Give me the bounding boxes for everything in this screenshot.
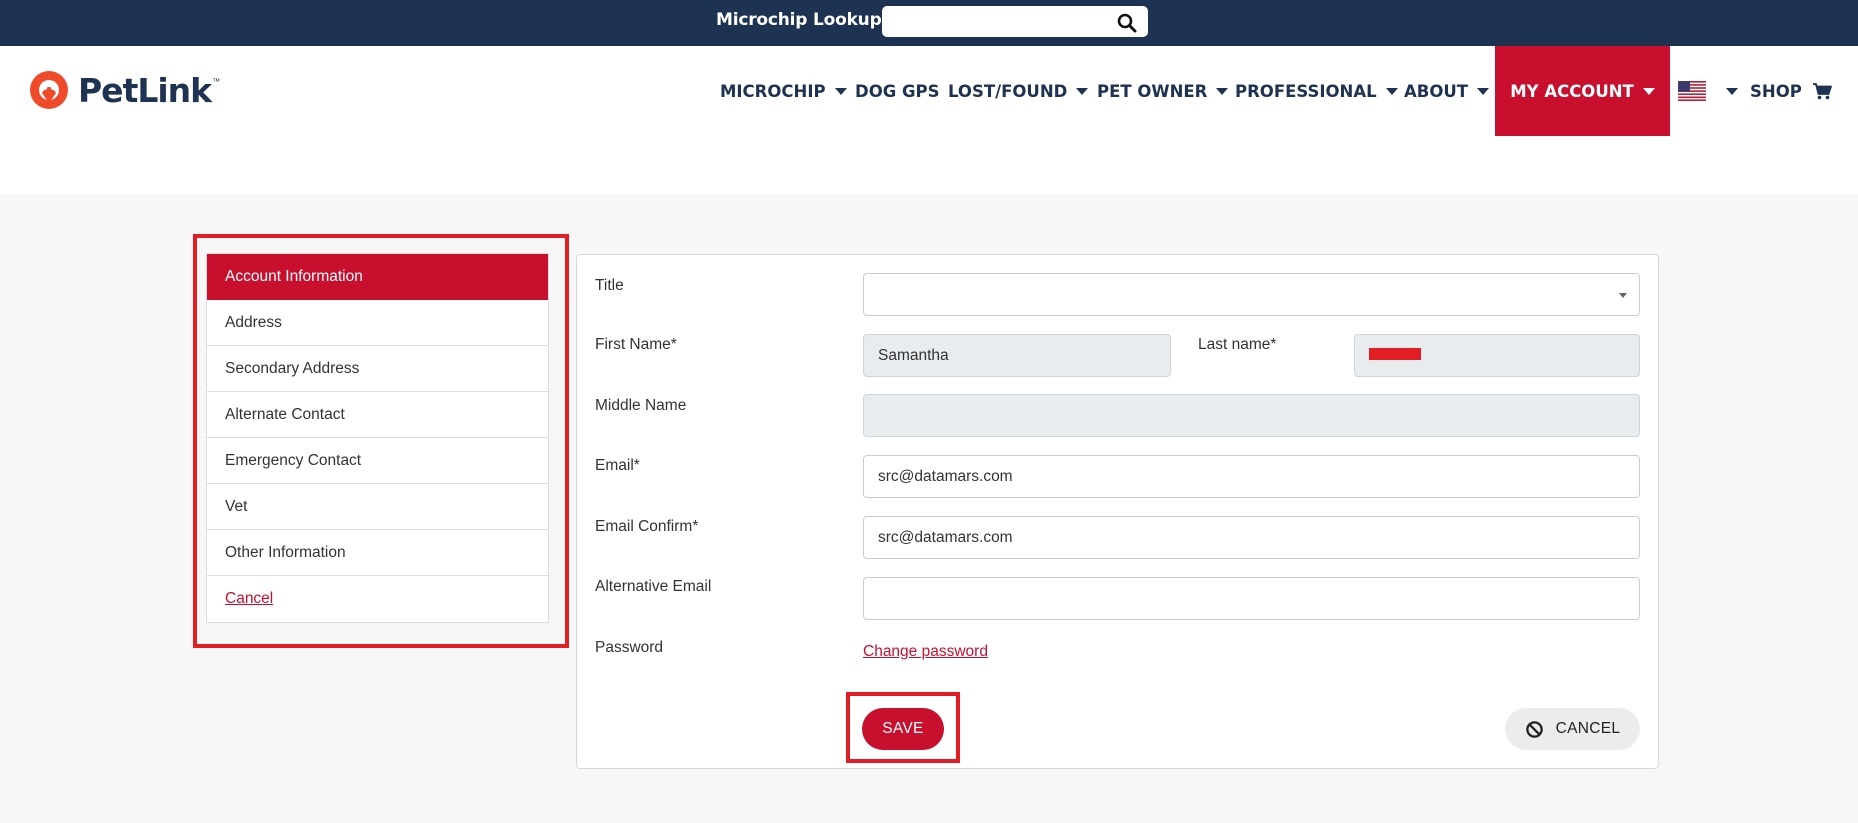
chevron-down-icon — [1726, 87, 1738, 95]
sidebar-item-emergency-contact[interactable]: Emergency Contact — [207, 438, 548, 484]
sidebar-item-secondary-address[interactable]: Secondary Address — [207, 346, 548, 392]
account-form-panel: Title First Name* Samantha Last name* Mi… — [576, 254, 1659, 769]
nav-shop-label: SHOP — [1750, 81, 1802, 101]
nav-lost-found[interactable]: LOST/FOUND — [948, 46, 1089, 136]
petlink-logo-icon — [30, 71, 68, 109]
change-password-link[interactable]: Change password — [863, 643, 988, 661]
email-confirm-value: src@datamars.com — [878, 528, 1013, 546]
sidebar-item-label: Account Information — [225, 267, 363, 285]
middle-name-label: Middle Name — [595, 397, 687, 414]
nav-professional-label: PROFESSIONAL — [1235, 81, 1377, 101]
email-field[interactable]: src@datamars.com — [863, 455, 1640, 498]
nav-dog-gps[interactable]: DOG GPS — [855, 46, 940, 136]
petlink-logo[interactable]: PetLink ™ — [28, 69, 220, 111]
title-label: Title — [595, 277, 624, 294]
nav-microchip-label: MICROCHIP — [720, 81, 826, 101]
cart-icon — [1812, 83, 1832, 100]
nav-microchip[interactable]: MICROCHIP — [720, 46, 847, 136]
sidebar-item-vet[interactable]: Vet — [207, 484, 548, 530]
sidebar-item-label: Other Information — [225, 543, 346, 561]
chevron-down-icon — [1619, 293, 1627, 298]
email-confirm-field[interactable]: src@datamars.com — [863, 516, 1640, 559]
middle-name-field[interactable] — [863, 394, 1640, 437]
sidebar-item-label: Vet — [225, 497, 248, 515]
chevron-down-icon — [1477, 87, 1490, 95]
us-flag-icon — [1678, 81, 1706, 101]
sidebar-item-label: Emergency Contact — [225, 451, 362, 469]
sidebar-item-label: Secondary Address — [225, 359, 360, 377]
sidebar-item-address[interactable]: Address — [207, 300, 548, 346]
email-value: src@datamars.com — [878, 467, 1013, 485]
save-button[interactable]: SAVE — [862, 708, 944, 750]
language-selector[interactable] — [1678, 46, 1738, 136]
cancel-button[interactable]: CANCEL — [1505, 708, 1640, 750]
nav-lost-found-label: LOST/FOUND — [948, 81, 1068, 101]
sidebar-item-other-information[interactable]: Other Information — [207, 530, 548, 576]
sidebar-cancel-link[interactable]: Cancel — [225, 590, 273, 608]
microchip-lookup-label: Microchip Lookup — [716, 10, 882, 30]
password-label: Password — [595, 639, 664, 656]
account-sidebar: Account Information Address Secondary Ad… — [206, 253, 549, 623]
microchip-lookup-input[interactable] — [882, 6, 1148, 37]
nav-dog-gps-label: DOG GPS — [855, 81, 940, 101]
logo-trademark: ™ — [212, 77, 221, 86]
nav-pet-owner[interactable]: PET OWNER — [1097, 46, 1229, 136]
chevron-down-icon — [1216, 87, 1229, 95]
chevron-down-icon — [1385, 87, 1398, 95]
alternative-email-field[interactable] — [863, 577, 1640, 620]
email-confirm-label: Email Confirm* — [595, 518, 699, 535]
chevron-down-icon — [1642, 87, 1655, 95]
sidebar-item-label: Alternate Contact — [225, 405, 345, 423]
last-name-field[interactable] — [1354, 334, 1640, 377]
first-name-field[interactable]: Samantha — [863, 334, 1171, 377]
top-bar: Microchip Lookup — [0, 0, 1858, 46]
sidebar-item-account-information[interactable]: Account Information — [207, 254, 548, 300]
sidebar-item-label: Address — [225, 313, 282, 331]
nav-pet-owner-label: PET OWNER — [1097, 81, 1208, 101]
sidebar-item-cancel[interactable]: Cancel — [207, 576, 548, 622]
title-select[interactable] — [863, 273, 1640, 316]
last-name-label: Last name* — [1198, 336, 1277, 353]
alternative-email-label: Alternative Email — [595, 578, 712, 595]
email-label: Email* — [595, 457, 640, 474]
redaction-mark — [1369, 348, 1421, 360]
first-name-value: Samantha — [878, 346, 949, 364]
chevron-down-icon — [834, 87, 847, 95]
logo-text: PetLink — [78, 70, 212, 110]
nav-my-account-label: MY ACCOUNT — [1510, 81, 1634, 101]
main-header: PetLink ™ MICROCHIP DOG GPS LOST/FOUND P… — [0, 46, 1858, 136]
page-banner — [0, 136, 1858, 194]
first-name-label: First Name* — [595, 336, 677, 353]
nav-about-label: ABOUT — [1404, 81, 1469, 101]
chevron-down-icon — [1076, 87, 1089, 95]
nav-about[interactable]: ABOUT — [1404, 46, 1490, 136]
search-icon[interactable] — [1117, 13, 1137, 33]
nav-my-account[interactable]: MY ACCOUNT — [1495, 46, 1670, 136]
cancel-button-label: CANCEL — [1555, 720, 1621, 737]
nav-shop[interactable]: SHOP — [1750, 46, 1832, 136]
ban-icon — [1525, 720, 1543, 738]
sidebar-item-alternate-contact[interactable]: Alternate Contact — [207, 392, 548, 438]
nav-professional[interactable]: PROFESSIONAL — [1235, 46, 1398, 136]
